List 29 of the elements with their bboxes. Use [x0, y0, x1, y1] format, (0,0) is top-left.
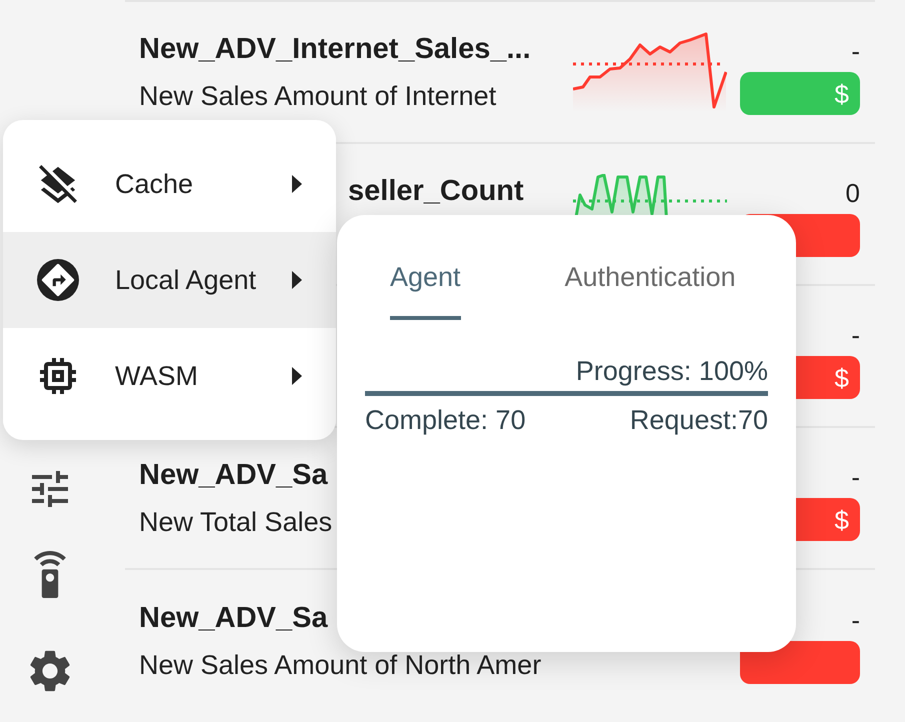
layers-off-icon: [39, 165, 77, 203]
row-value: -: [851, 462, 860, 492]
tab[interactable]: Authentication: [564, 251, 736, 320]
menu-item[interactable]: WASM: [3, 328, 336, 424]
caret-icon: [292, 271, 302, 289]
row-value: 0: [846, 178, 860, 208]
remote-control-icon[interactable]: [34, 551, 66, 598]
row-subtitle: New Sales Amount of North Amer: [139, 649, 542, 681]
row-subtitle: New Sales Amount of Internet: [139, 80, 496, 112]
menu-item[interactable]: Cache: [3, 136, 336, 232]
tab[interactable]: Agent: [390, 251, 461, 320]
sliders-icon[interactable]: [32, 471, 68, 507]
request-count: Request:70: [630, 405, 768, 435]
row-title: New_ADV_Sa: [139, 458, 328, 492]
row-title: seller_Count: [348, 174, 524, 208]
caret-icon: [292, 175, 302, 193]
row-value: -: [851, 36, 860, 66]
caret-icon: [292, 367, 302, 385]
status-badge: $: [740, 72, 860, 115]
row-title: New_ADV_Sa: [139, 601, 328, 635]
menu-item[interactable]: Local Agent: [3, 232, 336, 328]
settings-icon[interactable]: [30, 650, 70, 692]
chip-icon: [40, 358, 76, 394]
complete-count: Complete: 70: [365, 405, 526, 435]
row-subtitle: New Total Sales: [139, 506, 332, 538]
row-value: -: [851, 605, 860, 635]
row-value: -: [851, 320, 860, 350]
row-title: New_ADV_Internet_Sales_...: [139, 32, 531, 66]
turn-arrow-circle-icon: [37, 259, 79, 301]
